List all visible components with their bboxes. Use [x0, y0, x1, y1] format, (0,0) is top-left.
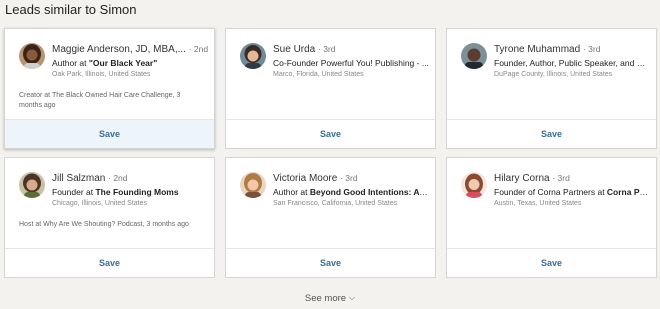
section-title: Leads similar to Simon	[5, 2, 137, 17]
save-button[interactable]: Save	[226, 248, 435, 277]
lead-name[interactable]: Jill Salzman	[52, 173, 105, 184]
avatar[interactable]	[240, 43, 266, 69]
lead-headline: Author at "Our Black Year"	[52, 58, 158, 68]
save-button[interactable]: Save	[5, 248, 214, 277]
lead-activity: Creator at The Black Owned Hair Care Cha…	[19, 92, 181, 109]
connection-degree: · 2nd	[108, 173, 128, 183]
avatar[interactable]	[19, 172, 45, 198]
save-button[interactable]: Save	[447, 119, 656, 148]
avatar[interactable]	[461, 43, 487, 69]
lead-headline: Founder at The Founding Moms	[52, 187, 179, 197]
lead-card[interactable]: Jill Salzman · 2nd Founder at The Foundi…	[4, 157, 215, 278]
avatar[interactable]	[19, 43, 45, 69]
lead-activity: Host at Why Are We Shouting? Podcast, 3 …	[19, 221, 189, 228]
lead-location: Marco, Florida, United States	[273, 71, 364, 78]
leads-grid: Maggie Anderson, JD, MBA,... · 2nd Autho…	[4, 28, 657, 278]
save-button[interactable]: Save	[226, 119, 435, 148]
lead-name[interactable]: Hilary Corna	[494, 173, 550, 184]
lead-headline: Co-Founder Powerful You! Publishing - ..…	[273, 58, 429, 68]
connection-degree: · 2nd	[188, 44, 208, 54]
save-button[interactable]: Save	[447, 248, 656, 277]
lead-card[interactable]: Sue Urda · 3rd Co-Founder Powerful You! …	[225, 28, 436, 149]
lead-card[interactable]: Tyrone Muhammad · 3rd Founder, Author, P…	[446, 28, 657, 149]
connection-degree: · 3rd	[318, 44, 336, 54]
lead-headline: Author at Beyond Good Intentions: A J...	[273, 187, 429, 197]
lead-location: San Francisco, California, United States	[273, 200, 398, 207]
avatar[interactable]	[240, 172, 266, 198]
connection-degree: · 3rd	[552, 173, 570, 183]
lead-headline: Founder, Author, Public Speaker, and M..…	[494, 58, 650, 68]
lead-location: DuPage County, Illinois, United States	[494, 71, 613, 78]
connection-degree: · 3rd	[582, 44, 601, 54]
see-more-button[interactable]: See more ⌵	[0, 293, 660, 304]
lead-name[interactable]: Tyrone Muhammad	[494, 44, 580, 55]
lead-location: Austin, Texas, United States	[494, 200, 582, 207]
lead-card[interactable]: Maggie Anderson, JD, MBA,... · 2nd Autho…	[4, 28, 215, 149]
connection-degree: · 3rd	[340, 173, 358, 183]
lead-name[interactable]: Victoria Moore	[273, 173, 337, 184]
save-button[interactable]: Save	[5, 119, 214, 148]
lead-card[interactable]: Hilary Corna · 3rd Founder of Corna Part…	[446, 157, 657, 278]
see-more-label: See more	[304, 293, 347, 304]
chevron-down-icon: ⌵	[349, 293, 356, 302]
lead-location: Chicago, Illinois, United States	[52, 200, 147, 207]
lead-card[interactable]: Victoria Moore · 3rd Author at Beyond Go…	[225, 157, 436, 278]
lead-name[interactable]: Sue Urda	[273, 44, 315, 55]
lead-location: Oak Park, Illinois, United States	[52, 71, 151, 78]
lead-name[interactable]: Maggie Anderson, JD, MBA,...	[52, 44, 186, 55]
lead-headline: Founder of Corna Partners at Corna Par..…	[494, 187, 650, 197]
avatar[interactable]	[461, 172, 487, 198]
